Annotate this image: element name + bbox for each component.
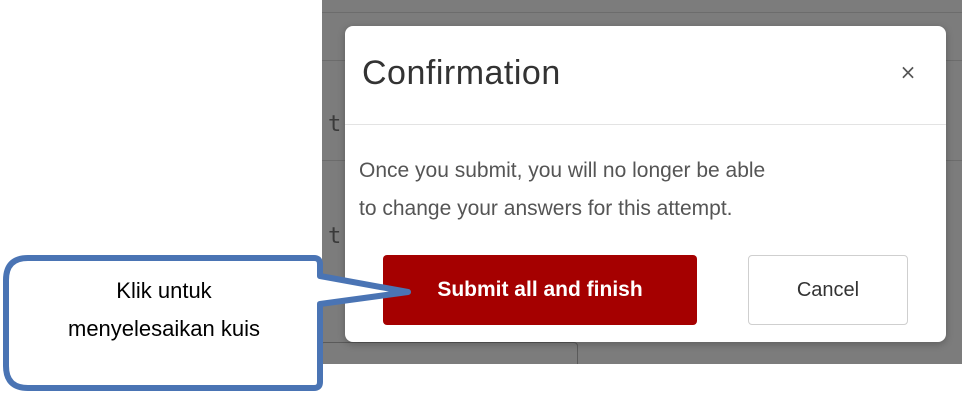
dialog-header: Confirmation × bbox=[345, 26, 946, 125]
background-text-fragment: t bbox=[328, 112, 342, 137]
callout-line: Klik untuk bbox=[116, 278, 212, 303]
dialog-title: Confirmation bbox=[362, 54, 561, 92]
dialog-message-line: Once you submit, you will no longer be a… bbox=[359, 159, 766, 182]
dialog-message-line: to change your answers for this attempt. bbox=[359, 197, 733, 220]
dialog-body: Once you submit, you will no longer be a… bbox=[359, 152, 939, 228]
callout-line: menyelesaikan kuis bbox=[68, 316, 260, 341]
background-input-box bbox=[322, 342, 578, 364]
confirmation-dialog: Confirmation × Once you submit, you will… bbox=[345, 26, 946, 342]
callout-label: Klik untuk menyelesaikan kuis bbox=[14, 272, 314, 348]
submit-all-and-finish-button[interactable]: Submit all and finish bbox=[383, 255, 697, 325]
cancel-button[interactable]: Cancel bbox=[748, 255, 908, 325]
background-text-fragment: t bbox=[328, 224, 342, 249]
background-divider bbox=[322, 12, 962, 13]
close-icon[interactable]: × bbox=[898, 60, 918, 84]
